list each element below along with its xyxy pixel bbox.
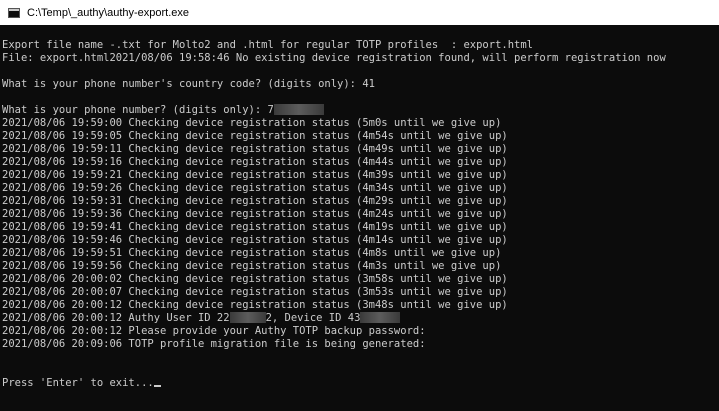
phone-number-prompt: What is your phone number? (digits only)… — [2, 104, 719, 117]
status-line: 2021/08/06 19:59:16 Checking device regi… — [2, 156, 508, 168]
text-cursor — [153, 385, 161, 387]
authy-user-middle: 2, Device ID 43 — [265, 312, 361, 324]
window-title: C:\Temp\_authy\authy-export.exe — [27, 6, 190, 19]
status-line: 2021/08/06 19:59:51 Checking device regi… — [2, 247, 502, 259]
phone-number-prompt-text: What is your phone number? (digits only)… — [2, 104, 274, 116]
status-line: 2021/08/06 20:00:02 Checking device regi… — [2, 273, 508, 285]
console-window: C:\Temp\_authy\authy-export.exe Export f… — [0, 0, 719, 411]
status-line: 2021/08/06 19:59:46 Checking device regi… — [2, 234, 508, 246]
status-line: 2021/08/06 19:59:21 Checking device regi… — [2, 169, 508, 181]
console-app-icon[interactable] — [8, 7, 20, 18]
exit-prompt-text: Press 'Enter' to exit... — [2, 377, 154, 389]
file-status-line: File: export.html2021/08/06 19:58:46 No … — [2, 52, 666, 64]
migration-status-line: 2021/08/06 20:09:06 TOTP profile migrati… — [2, 338, 426, 350]
status-line: 2021/08/06 20:00:07 Checking device regi… — [2, 286, 508, 298]
status-line: 2021/08/06 19:59:05 Checking device regi… — [2, 130, 508, 142]
exit-prompt: Press 'Enter' to exit... — [2, 377, 719, 390]
redacted-device-id — [360, 312, 401, 323]
redacted-phone-number — [273, 104, 324, 115]
country-code-prompt: What is your phone number's country code… — [2, 78, 375, 90]
status-line: 2021/08/06 19:59:00 Checking device regi… — [2, 117, 502, 129]
status-line: 2021/08/06 20:00:12 Checking device regi… — [2, 299, 508, 311]
export-file-line: Export file name -.txt for Molto2 and .h… — [2, 39, 534, 51]
status-line: 2021/08/06 19:59:41 Checking device regi… — [2, 221, 508, 233]
authy-user-prefix: 2021/08/06 20:00:12 Authy User ID 22 — [2, 312, 230, 324]
redacted-user-id — [229, 312, 266, 323]
console-output[interactable]: Export file name -.txt for Molto2 and .h… — [0, 25, 719, 411]
status-line: 2021/08/06 19:59:36 Checking device regi… — [2, 208, 508, 220]
status-line: 2021/08/06 19:59:26 Checking device regi… — [2, 182, 508, 194]
password-prompt: 2021/08/06 20:00:12 Please provide your … — [2, 325, 426, 337]
title-bar[interactable]: C:\Temp\_authy\authy-export.exe — [0, 0, 719, 25]
status-log: 2021/08/06 19:59:00 Checking device regi… — [2, 117, 719, 312]
authy-user-line: 2021/08/06 20:00:12 Authy User ID 22 2, D… — [2, 312, 719, 325]
status-line: 2021/08/06 19:59:11 Checking device regi… — [2, 143, 508, 155]
status-line: 2021/08/06 19:59:56 Checking device regi… — [2, 260, 502, 272]
status-line: 2021/08/06 19:59:31 Checking device regi… — [2, 195, 508, 207]
